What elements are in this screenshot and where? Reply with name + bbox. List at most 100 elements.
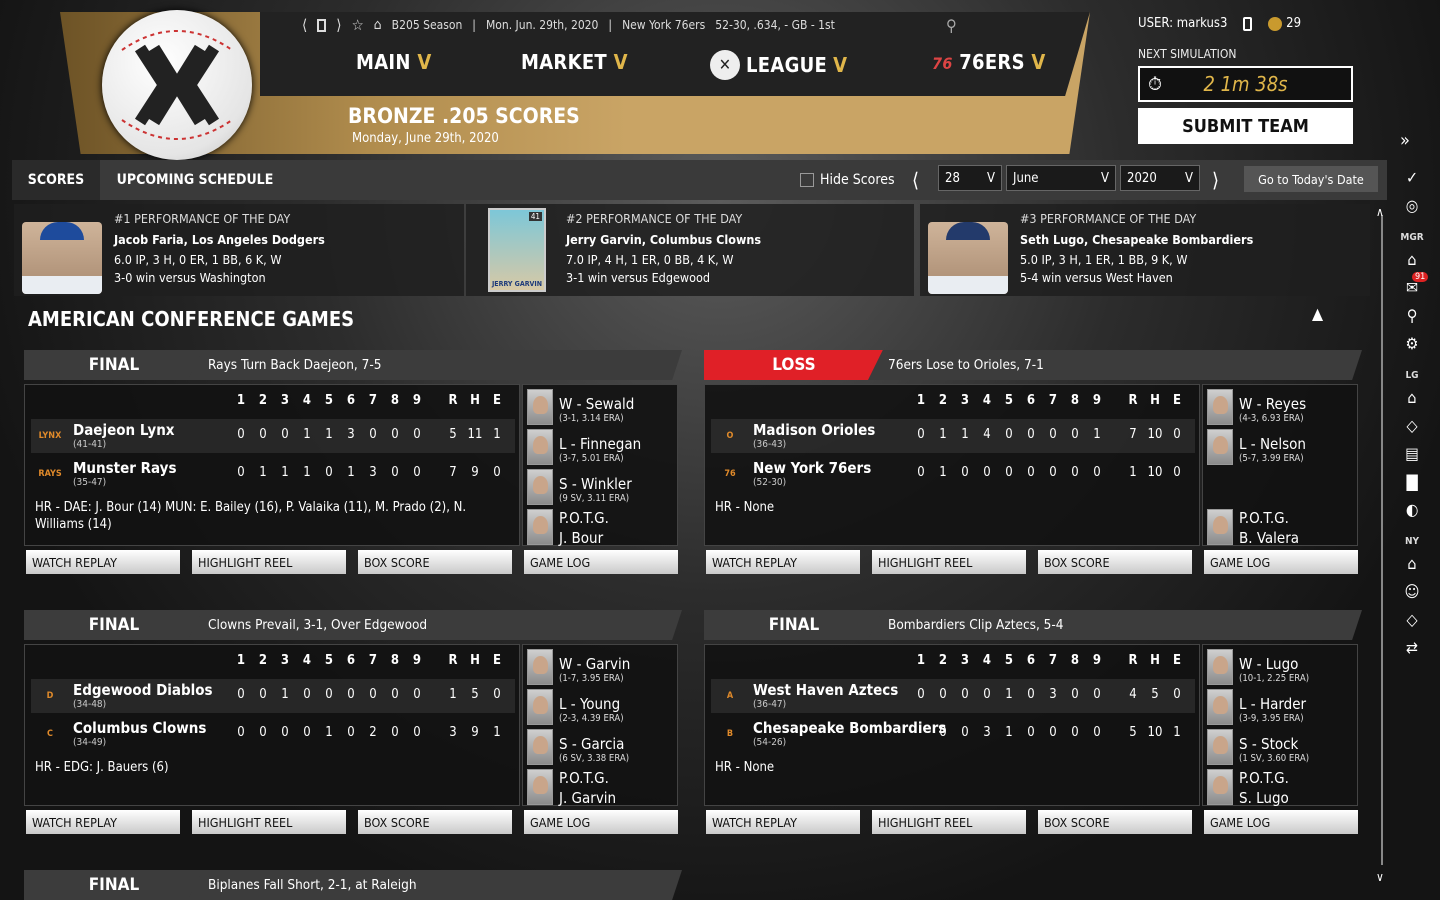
home-icon[interactable]: ⌂ (374, 17, 382, 33)
phone-icon[interactable] (1243, 16, 1253, 31)
box-score-button[interactable]: BOX SCORE (358, 810, 512, 834)
game-card[interactable]: FINAL Bombardiers Clip Aztecs, 5-4 1 2 3 4 5 6… (704, 610, 1366, 834)
player-card[interactable] (527, 469, 553, 505)
nav-main[interactable]: MAIN V (356, 50, 432, 74)
pitcher-s[interactable]: S - Garcia (559, 735, 624, 753)
team-name[interactable]: Chesapeake Bombardiers (753, 719, 946, 737)
team-name[interactable]: Madison Orioles (753, 421, 875, 439)
game-log-button[interactable]: GAME LOG (1204, 810, 1358, 834)
team-diamond-icon[interactable]: ◇ (1396, 610, 1428, 629)
submit-team-button[interactable]: SUBMIT TEAM (1138, 108, 1353, 144)
watch-replay-button[interactable]: WATCH REPLAY (26, 810, 180, 834)
month-select[interactable]: June V (1006, 165, 1116, 191)
player-card[interactable] (527, 649, 553, 685)
player-card[interactable] (527, 429, 553, 465)
game-card-partial[interactable]: FINAL Biplanes Fall Short, 2-1, at Ralei… (24, 870, 686, 900)
trade-icon[interactable]: ⇄ (1396, 638, 1428, 657)
game-log-button[interactable]: GAME LOG (524, 550, 678, 574)
pitcher-w[interactable]: W - Garvin (559, 655, 630, 673)
pitcher-l[interactable]: L - Nelson (1239, 435, 1306, 453)
pitcher-l[interactable]: L - Young (559, 695, 620, 713)
year-select[interactable]: 2020 V (1120, 165, 1200, 191)
go-to-today-button[interactable]: Go to Today's Date (1244, 166, 1378, 192)
nav-market[interactable]: MARKET V (521, 50, 628, 74)
potg-player[interactable]: J. Bour (559, 529, 603, 547)
player-card[interactable] (527, 729, 553, 765)
team-name[interactable]: West Haven Aztecs (753, 681, 898, 699)
mail-icon[interactable]: ✉ 91 (1396, 272, 1429, 297)
league-home-icon[interactable]: ⌂ (1396, 388, 1428, 407)
hide-scores-toggle[interactable]: Hide Scores (800, 160, 895, 200)
forward-arrow-icon[interactable]: ⟩ (336, 16, 341, 34)
square-icon[interactable] (317, 18, 327, 32)
potg-player[interactable]: J. Garvin (559, 789, 616, 807)
player-card[interactable] (1207, 689, 1233, 725)
pitcher-w[interactable]: W - Lugo (1239, 655, 1298, 673)
nav-team[interactable]: 76 76ERS V (932, 50, 1046, 74)
nav-league[interactable]: ✕ LEAGUE V (710, 50, 847, 80)
player-card[interactable] (527, 769, 553, 805)
player-card[interactable] (1207, 389, 1233, 425)
watch-replay-button[interactable]: WATCH REPLAY (706, 550, 860, 574)
team-home-icon[interactable]: ⌂ (1396, 554, 1428, 573)
highlight-reel-button[interactable]: HIGHLIGHT REEL (872, 810, 1026, 834)
home-icon[interactable]: ⌂ (1396, 250, 1428, 269)
highlight-reel-button[interactable]: HIGHLIGHT REEL (872, 550, 1026, 574)
player-card[interactable] (1207, 769, 1233, 805)
player-card[interactable] (1207, 649, 1233, 685)
game-card[interactable]: FINAL Rays Turn Back Daejeon, 7-5 1 2 3 4 5 6 7… (24, 350, 686, 574)
app-logo[interactable] (102, 10, 252, 160)
stats-chart-icon[interactable]: ▇ (1396, 472, 1428, 491)
scrollbar[interactable] (1381, 215, 1383, 865)
scroll-down-icon[interactable]: ∨ (1376, 870, 1384, 884)
team-name[interactable]: Daejeon Lynx (73, 421, 175, 439)
diamond-icon[interactable]: ◇ (1396, 416, 1428, 435)
back-arrow-icon[interactable]: ⟨ (302, 16, 307, 34)
search-icon[interactable]: ⚲ (1396, 306, 1428, 325)
baseball-icon[interactable]: ◐ (1396, 500, 1428, 519)
pitcher-w[interactable]: W - Sewald (559, 395, 634, 413)
player-card[interactable] (527, 689, 553, 725)
potg-player[interactable]: B. Valera (1239, 529, 1299, 547)
gear-icon[interactable]: ⚙ (1396, 334, 1428, 353)
game-card[interactable]: FINAL Clowns Prevail, 3-1, Over Edgewood… (24, 610, 686, 834)
prev-day-icon[interactable]: ⟨ (912, 160, 919, 200)
game-log-button[interactable]: GAME LOG (1204, 550, 1358, 574)
pitcher-l[interactable]: L - Harder (1239, 695, 1306, 713)
game-log-button[interactable]: GAME LOG (524, 810, 678, 834)
player-card[interactable] (1207, 429, 1233, 465)
search-icon[interactable]: ⚲ (946, 16, 957, 35)
pitcher-w[interactable]: W - Reyes (1239, 395, 1306, 413)
star-icon[interactable]: ☆ (352, 16, 364, 34)
pitcher-s[interactable]: S - Winkler (559, 475, 632, 493)
day-select[interactable]: 28 V (938, 165, 1002, 191)
team-name[interactable]: Columbus Clowns (73, 719, 206, 737)
next-day-icon[interactable]: ⟩ (1212, 160, 1219, 200)
check-icon[interactable]: ✓ (1396, 168, 1428, 187)
roster-icon[interactable]: ☺ (1396, 582, 1428, 601)
team-name[interactable]: New York 76ers (753, 459, 871, 477)
highlight-reel-button[interactable]: HIGHLIGHT REEL (192, 810, 346, 834)
potg-player[interactable]: S. Lugo (1239, 789, 1289, 807)
game-card[interactable]: LOSS 76ers Lose to Orioles, 7-1 1 2 3 4 5 6 7 8 9… (704, 350, 1366, 574)
box-score-button[interactable]: BOX SCORE (1038, 550, 1192, 574)
player-card[interactable] (527, 389, 553, 425)
team-name[interactable]: Edgewood Diablos (73, 681, 213, 699)
highlight-reel-button[interactable]: HIGHLIGHT REEL (192, 550, 346, 574)
pitcher-s[interactable]: S - Stock (1239, 735, 1298, 753)
player-card[interactable] (1207, 729, 1233, 765)
watch-replay-button[interactable]: WATCH REPLAY (706, 810, 860, 834)
news-icon[interactable]: ▤ (1396, 444, 1428, 463)
performance-3[interactable]: #3 PERFORMANCE OF THE DAY Seth Lugo, Che… (920, 204, 1370, 296)
performance-2[interactable]: 41 JERRY GARVIN #2 PERFORMANCE OF THE DA… (466, 204, 914, 296)
watch-replay-button[interactable]: WATCH REPLAY (26, 550, 180, 574)
pitcher-l[interactable]: L - Finnegan (559, 435, 641, 453)
tab-upcoming-schedule[interactable]: UPCOMING SCHEDULE (100, 160, 290, 200)
expand-icon[interactable]: » (1400, 130, 1410, 151)
team-name[interactable]: Munster Rays (73, 459, 177, 477)
box-score-button[interactable]: BOX SCORE (1038, 810, 1192, 834)
tab-scores[interactable]: SCORES (12, 160, 100, 200)
player-card[interactable] (527, 509, 553, 545)
box-score-button[interactable]: BOX SCORE (358, 550, 512, 574)
globe-icon[interactable]: ◎ (1396, 196, 1428, 215)
